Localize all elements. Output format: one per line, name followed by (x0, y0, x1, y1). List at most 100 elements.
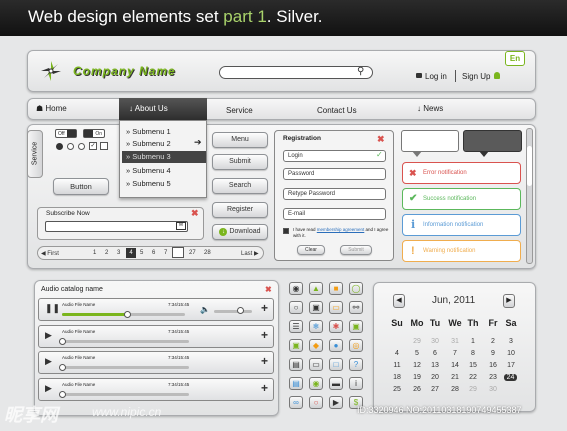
language-button[interactable]: En (505, 51, 525, 66)
subscribe-email-input[interactable] (45, 221, 188, 232)
add-icon[interactable]: + (261, 328, 268, 342)
tag-icon[interactable]: ● (329, 339, 343, 352)
page-jump-input[interactable] (172, 247, 184, 258)
page-link[interactable]: 27 (189, 250, 196, 256)
calendar-day[interactable]: 10 (502, 350, 520, 357)
calendar-prev-button[interactable]: ◀ (393, 294, 405, 308)
login-field[interactable]: Login (283, 150, 386, 162)
pagination-first[interactable]: ◀ First (41, 250, 59, 257)
equalizer-icon[interactable]: ☰ (289, 320, 303, 333)
page-link[interactable]: 2 (105, 250, 108, 256)
calendar-next-button[interactable]: ▶ (503, 294, 515, 308)
calendar-day[interactable]: 21 (446, 374, 464, 381)
close-icon[interactable]: ✖ (265, 285, 272, 294)
download-button[interactable]: ↓ Download (212, 224, 268, 240)
register-button[interactable]: Register (212, 202, 268, 218)
save-icon[interactable]: ▣ (309, 301, 323, 314)
close-icon[interactable]: ✖ (191, 208, 199, 219)
signup-link[interactable]: Sign Up (462, 72, 490, 81)
eye-icon[interactable]: ◉ (309, 377, 323, 390)
pagination-last[interactable]: Last ▶ (241, 250, 259, 257)
page-link[interactable]: 6 (152, 250, 155, 256)
printer-icon[interactable]: ▤ (289, 377, 303, 390)
calendar-day[interactable]: 23 (484, 374, 502, 381)
mic-icon[interactable]: ⚯ (349, 301, 363, 314)
nav-item-service[interactable]: Service (226, 106, 253, 115)
cart-icon[interactable]: ▣ (349, 320, 363, 333)
calendar-day[interactable]: 30 (484, 386, 502, 393)
play-icon[interactable]: ▶ (329, 396, 343, 409)
track-progress[interactable] (62, 340, 189, 343)
track-progress[interactable] (62, 366, 189, 369)
calendar-day[interactable]: 29 (464, 386, 482, 393)
calendar-day[interactable]: 3 (502, 338, 520, 345)
volume-icon[interactable]: 🔈 (200, 305, 210, 314)
add-icon[interactable]: + (261, 381, 268, 395)
page-link[interactable]: 3 (117, 250, 120, 256)
folder-icon[interactable]: ■ (329, 282, 343, 295)
window-icon[interactable]: □ (329, 358, 343, 371)
star-icon[interactable]: ✱ (329, 320, 343, 333)
scrollbar-thumb[interactable] (527, 146, 532, 186)
search-icon[interactable]: ⚲ (357, 66, 364, 77)
calendar-day[interactable]: 14 (446, 362, 464, 369)
calendar-day[interactable]: 18 (388, 374, 406, 381)
calendar-day[interactable]: 22 (464, 374, 482, 381)
volume-slider[interactable] (214, 310, 252, 313)
play-icon[interactable]: ▶ (45, 330, 52, 341)
calendar-day[interactable]: 15 (464, 362, 482, 369)
calendar-day[interactable]: 17 (502, 362, 520, 369)
volume-handle[interactable] (237, 307, 244, 314)
calendar-day[interactable]: 4 (388, 350, 406, 357)
clipboard-icon[interactable]: ▭ (309, 358, 323, 371)
pause-icon[interactable]: ❚❚ (45, 303, 60, 314)
photo-icon[interactable]: ▣ (289, 339, 303, 352)
info-icon[interactable]: i (349, 377, 363, 390)
email-field[interactable]: E-mail (283, 208, 386, 220)
nav-item-about-active[interactable]: ↓ About Us (119, 98, 207, 120)
dropdown-item[interactable]: » Submenu 5 (122, 178, 206, 190)
login-link[interactable]: Log in (425, 72, 447, 81)
rss-icon[interactable]: ◎ (349, 339, 363, 352)
calendar-day[interactable]: 7 (446, 350, 464, 357)
page-link-active[interactable]: 4 (126, 248, 136, 258)
toggle-on[interactable]: On (83, 129, 105, 138)
submit-button[interactable]: Submit (212, 154, 268, 170)
calendar-day[interactable]: 13 (426, 362, 444, 369)
chat-icon[interactable]: ▲ (309, 282, 323, 295)
add-icon[interactable]: + (261, 301, 268, 315)
calendar-day[interactable]: 12 (408, 362, 426, 369)
page-link[interactable]: 7 (164, 250, 167, 256)
cd-icon[interactable]: ○ (289, 301, 303, 314)
envelope-icon[interactable]: ✉ (176, 222, 186, 230)
radio-selected[interactable] (56, 143, 63, 150)
page-link[interactable]: 28 (204, 250, 211, 256)
question-icon[interactable]: ? (349, 358, 363, 371)
calendar-day[interactable]: 30 (426, 338, 444, 345)
calendar-day[interactable]: 1 (464, 338, 482, 345)
radio-button[interactable] (67, 143, 74, 150)
retype-password-field[interactable]: Retype Password (283, 188, 386, 200)
calendar-day[interactable]: 31 (446, 338, 464, 345)
checkbox-checked[interactable]: ✓ (89, 142, 97, 150)
membership-agreement-link[interactable]: membership agreement (317, 227, 365, 232)
calendar-day[interactable]: 19 (408, 374, 426, 381)
gamepad-icon[interactable]: ▬ (329, 377, 343, 390)
clear-button[interactable]: Clear (297, 245, 325, 255)
registration-submit-button[interactable]: Submit (340, 245, 372, 255)
globe-icon[interactable]: ◯ (349, 282, 363, 295)
track-progress-handle[interactable] (59, 391, 66, 398)
radio-button[interactable] (78, 143, 85, 150)
calendar-day[interactable]: 9 (484, 350, 502, 357)
calendar-day[interactable]: 28 (446, 386, 464, 393)
calendar-day[interactable]: 25 (388, 386, 406, 393)
track-progress-handle[interactable] (124, 311, 131, 318)
checkbox[interactable] (100, 142, 108, 150)
camera-icon[interactable]: ◉ (289, 282, 303, 295)
calendar-day[interactable]: 29 (408, 338, 426, 345)
calendar-day[interactable]: 11 (388, 362, 406, 369)
toggle-off[interactable]: Off (55, 129, 77, 138)
menu-button[interactable]: Menu (212, 132, 268, 148)
nav-item-home[interactable]: ☗ Home (36, 104, 67, 113)
track-progress[interactable] (62, 393, 189, 396)
